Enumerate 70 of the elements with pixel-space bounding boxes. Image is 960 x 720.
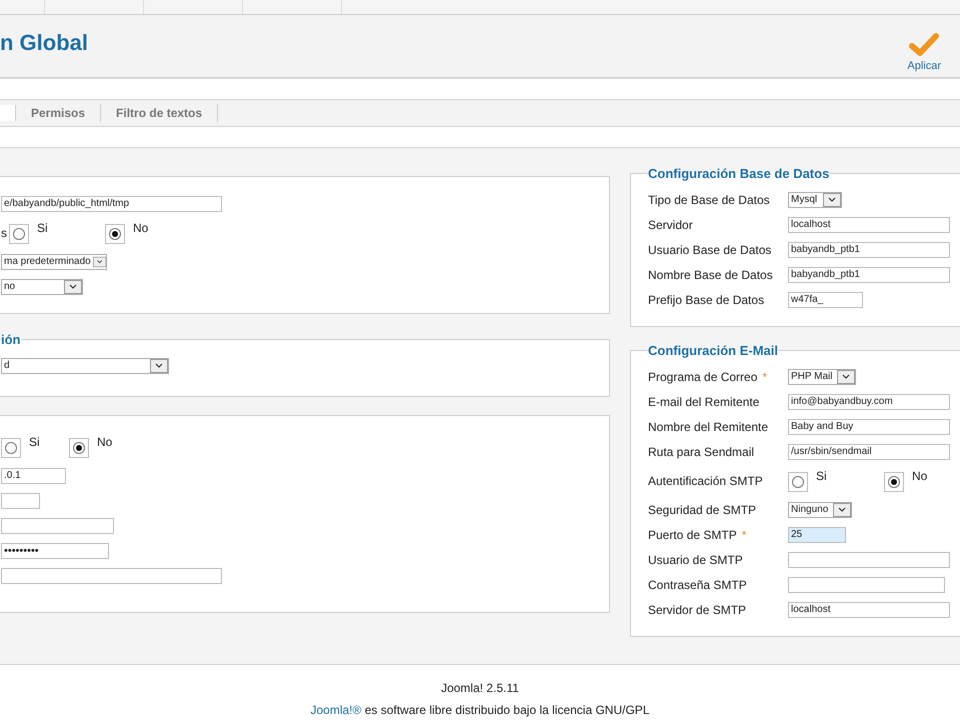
input-field[interactable]: babyandb_ptb1 [788, 242, 950, 258]
select-field[interactable]: Mysql [788, 192, 842, 208]
field-label: Servidor de SMTP [648, 602, 746, 616]
field-label: Prefijo Base de Datos [648, 292, 764, 306]
input-field[interactable]: /usr/sbin/sendmail [788, 444, 950, 460]
section-legend: ión [1, 332, 20, 347]
radio-button[interactable] [5, 442, 17, 454]
option-label: No [97, 435, 112, 449]
joomla-link[interactable]: Joomla!® [310, 703, 362, 717]
input-field[interactable]: localhost [788, 216, 950, 232]
input-field[interactable] [1, 568, 222, 584]
option-label: Si [29, 435, 40, 449]
field-label: Programa de Correo [648, 370, 758, 384]
option-label: No [133, 221, 148, 235]
caret-icon [92, 254, 106, 268]
tab[interactable]: Filtro de textos [116, 104, 218, 122]
field-label: s [1, 226, 7, 240]
field-label: Nombre del Remitente [648, 420, 768, 434]
caret-icon [150, 358, 168, 372]
section-legend: Configuración Base de Datos [648, 166, 830, 181]
input-field[interactable]: 25 [788, 526, 846, 542]
input-field[interactable]: w47fa_ [788, 292, 863, 308]
version-text: Joomla! 2.5.11 [440, 681, 520, 695]
field-label: Nombre Base de Datos [648, 268, 773, 282]
required-marker: * [742, 528, 746, 542]
apply-button[interactable]: Aplicar [907, 32, 941, 72]
checkmark-icon [909, 32, 940, 58]
radio-button[interactable] [13, 228, 25, 240]
radio-button[interactable] [792, 476, 804, 488]
field-label: Tipo de Base de Datos [648, 192, 770, 206]
input-field[interactable] [788, 576, 945, 592]
page-title: n Global [0, 30, 88, 56]
field-label: Contraseña SMTP [648, 578, 747, 592]
option-label: Si [37, 221, 48, 235]
input-field[interactable] [1, 492, 40, 508]
select-field[interactable]: ma predeterminado [1, 254, 107, 270]
field-label: Autentificación SMTP [648, 474, 763, 488]
field-label: Ruta para Sendmail [648, 444, 754, 458]
select-field[interactable]: Ninguno [788, 502, 852, 518]
tab[interactable]: Permisos [31, 104, 102, 122]
input-field[interactable]: e/babyandb/public_html/tmp [1, 196, 222, 212]
input-field[interactable]: info@babyandbuy.com [788, 394, 950, 410]
input-field[interactable] [788, 552, 950, 568]
input-field[interactable]: localhost [788, 602, 950, 618]
radio-button[interactable] [888, 476, 900, 488]
radio-button[interactable] [73, 442, 85, 454]
license-text: Joomla!® es software libre distribuido bajo la licencia GNU/GPL [310, 703, 650, 717]
field-label: E-mail del Remitente [648, 394, 760, 408]
radio-button[interactable] [109, 228, 121, 240]
field-label: Usuario de SMTP [648, 552, 743, 566]
caret-icon [64, 280, 82, 294]
select-field[interactable]: d [1, 358, 169, 374]
option-label: Si [816, 469, 827, 483]
section-legend: Configuración E-Mail [648, 343, 778, 358]
field-label: Puerto de SMTP [648, 528, 737, 542]
caret-icon [837, 370, 855, 384]
input-field[interactable]: Baby and Buy [788, 418, 950, 434]
field-label: Usuario Base de Datos [648, 242, 772, 256]
required-marker: * [762, 370, 768, 384]
input-field[interactable]: .0.1 [1, 468, 66, 484]
select-field[interactable]: no [1, 278, 83, 294]
option-label: No [912, 469, 928, 483]
caret-icon [823, 192, 841, 206]
field-label: Seguridad de SMTP [648, 502, 756, 516]
input-field[interactable] [1, 518, 114, 534]
input-field[interactable]: ••••••••• [1, 542, 109, 558]
caret-icon [833, 502, 851, 516]
input-field[interactable]: babyandb_ptb1 [788, 266, 950, 282]
select-field[interactable]: PHP Mail [788, 368, 856, 384]
field-label: Servidor [648, 218, 693, 232]
